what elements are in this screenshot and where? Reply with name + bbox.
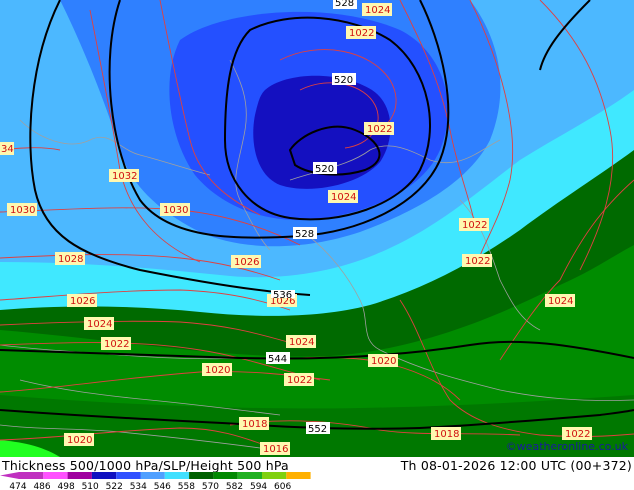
height-label: 520 [315, 164, 334, 175]
legend-swatch [19, 472, 44, 479]
color-legend: 474 486 498 510 522 534 546 558 570 582 594 606 [0, 472, 311, 490]
height-label: 552 [308, 424, 327, 435]
legend-swatch [164, 472, 190, 479]
slp-label: 1022 [462, 220, 487, 231]
slp-label: 1018 [434, 429, 459, 440]
legend-value: 546 [154, 482, 171, 490]
slp-label: 1028 [58, 254, 83, 265]
slp-label: 1024 [289, 337, 314, 348]
slp-label: 34 [1, 144, 14, 155]
weather-map: 1024 1022 1022 1032 1030 1030 1028 1026 … [0, 0, 634, 457]
legend-value: 486 [33, 482, 50, 490]
slp-label: 1026 [70, 296, 95, 307]
slp-label: 1022 [349, 28, 374, 39]
slp-label: 1024 [365, 5, 390, 16]
legend-value: 594 [250, 482, 267, 490]
legend-value: 522 [106, 482, 123, 490]
slp-label: 1022 [565, 429, 590, 440]
legend-swatch [67, 472, 92, 479]
height-label: 544 [268, 354, 287, 365]
legend-value: 570 [202, 482, 219, 490]
slp-label: 1022 [287, 375, 312, 386]
height-label: 536 [273, 290, 292, 301]
legend-value: 606 [274, 482, 291, 490]
legend-swatch [91, 472, 117, 479]
legend-swatch [213, 472, 238, 479]
slp-label: 1024 [331, 192, 356, 203]
slp-label: 1026 [234, 257, 259, 268]
slp-label: 1016 [263, 444, 288, 455]
slp-label: 1022 [367, 124, 392, 135]
legend-value: 558 [178, 482, 195, 490]
legend-value: 498 [58, 482, 75, 490]
slp-label: 1020 [67, 435, 92, 446]
slp-label: 1024 [87, 319, 112, 330]
height-label: 528 [295, 229, 314, 240]
legend-swatch [140, 472, 165, 479]
height-label: 528 [335, 0, 354, 9]
legend-value: 510 [82, 482, 99, 490]
slp-label: 1022 [465, 256, 490, 267]
slp-label: 1032 [112, 171, 137, 182]
slp-label: 1024 [548, 296, 573, 307]
slp-label: 1030 [163, 205, 188, 216]
map-footer: ©weatheronline.co.uk Thickness 500/1000 … [0, 440, 634, 490]
map-title: Thickness 500/1000 hPa/SLP/Height 500 hP… [2, 458, 289, 473]
height-label: 520 [334, 75, 353, 86]
slp-label: 1022 [104, 339, 129, 350]
map-date: Th 08-01-2026 12:00 UTC (00+372) [400, 458, 632, 473]
legend-swatch [116, 472, 141, 479]
slp-label: 1018 [242, 419, 267, 430]
slp-label: 1020 [205, 365, 230, 376]
legend-swatch [237, 472, 262, 479]
legend-value: 474 [9, 482, 26, 490]
legend-value: 534 [130, 482, 147, 490]
legend-swatch [43, 472, 68, 479]
legend-swatch [189, 472, 214, 479]
legend-value: 582 [226, 482, 243, 490]
legend-arrow [0, 472, 19, 479]
credit-link[interactable]: ©weatheronline.co.uk [506, 440, 628, 453]
legend-swatch [262, 472, 287, 479]
slp-label: 1020 [371, 356, 396, 367]
slp-label: 1030 [10, 205, 35, 216]
legend-swatch [286, 472, 311, 479]
